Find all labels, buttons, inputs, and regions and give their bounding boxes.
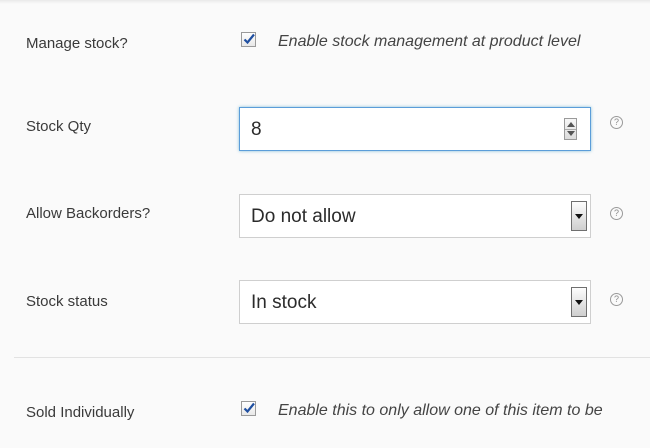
spinner-divider <box>565 129 576 130</box>
sold-individually-description: Enable this to only allow one of this it… <box>278 402 603 419</box>
checkmark-icon <box>243 402 255 414</box>
panel-top-shadow <box>0 0 650 4</box>
stock-status-selected-value: In stock <box>251 292 317 313</box>
stock-status-label: Stock status <box>26 293 108 310</box>
spinner-up-icon[interactable] <box>567 122 575 127</box>
section-divider <box>14 357 650 358</box>
manage-stock-description: Enable stock management at product level <box>278 33 581 50</box>
backorders-select[interactable]: Do not allow <box>239 194 591 238</box>
stock-status-select[interactable]: In stock <box>239 280 591 324</box>
chevron-down-icon <box>575 214 583 219</box>
backorders-label: Allow Backorders? <box>26 205 151 222</box>
stock-status-help-icon[interactable]: ? <box>610 293 623 306</box>
backorders-selected-value: Do not allow <box>251 206 356 227</box>
stock-qty-spinner[interactable] <box>564 118 577 140</box>
stock-qty-value: 8 <box>251 119 262 140</box>
stock-qty-input[interactable]: 8 <box>239 107 591 151</box>
stock-status-dropdown-button[interactable] <box>571 287 587 317</box>
backorders-help-icon[interactable]: ? <box>610 207 623 220</box>
manage-stock-label: Manage stock? <box>26 35 128 52</box>
stock-qty-help-icon[interactable]: ? <box>610 116 623 129</box>
sold-individually-checkbox[interactable] <box>241 401 256 416</box>
sold-individually-label: Sold Individually <box>26 404 135 421</box>
chevron-down-icon <box>575 300 583 305</box>
checkmark-icon <box>243 33 255 45</box>
stock-qty-label: Stock Qty <box>26 118 92 135</box>
manage-stock-checkbox[interactable] <box>241 32 256 47</box>
spinner-down-icon[interactable] <box>567 131 575 136</box>
inventory-panel: Manage stock? Enable stock management at… <box>0 0 650 448</box>
backorders-dropdown-button[interactable] <box>571 201 587 231</box>
